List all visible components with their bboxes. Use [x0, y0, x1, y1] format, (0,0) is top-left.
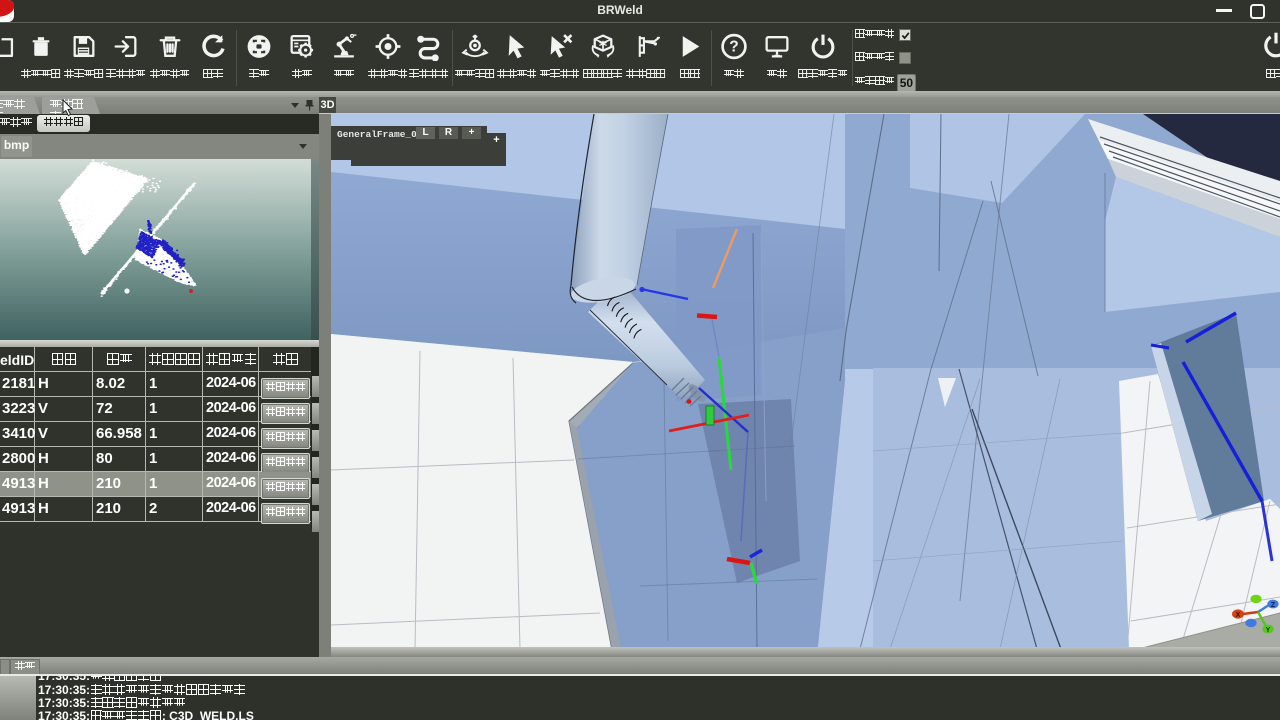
svg-text:X: X [1236, 612, 1241, 619]
svg-text:Y: Y [1266, 627, 1271, 634]
svg-text:?: ? [729, 39, 738, 56]
svg-text:Z: Z [1271, 602, 1276, 609]
